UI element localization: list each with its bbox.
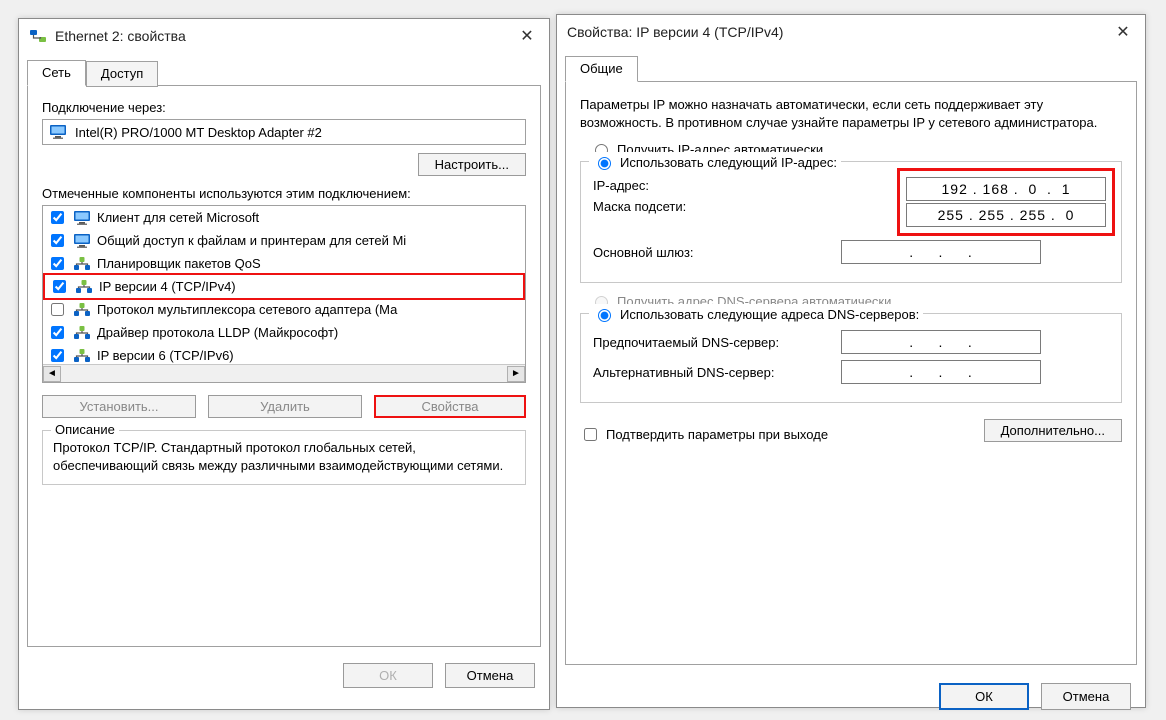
monitor-icon bbox=[49, 124, 67, 140]
component-item[interactable]: Общий доступ к файлам и принтерам для се… bbox=[43, 229, 525, 252]
component-item[interactable]: Планировщик пакетов QoS bbox=[43, 252, 525, 275]
left-tabs: Сеть Доступ bbox=[19, 59, 549, 85]
scroll-right-icon[interactable]: ► bbox=[507, 366, 525, 382]
component-label: IP версии 6 (TCP/IPv6) bbox=[97, 348, 234, 363]
titlebar-right: Свойства: IP версии 4 (TCP/IPv4) ✕ bbox=[557, 15, 1145, 49]
subnet-mask-input[interactable] bbox=[906, 203, 1106, 227]
radio-manual-ip[interactable]: Использовать следующий IP-адрес: bbox=[593, 152, 837, 172]
dns1-input[interactable] bbox=[841, 330, 1041, 354]
ip-address-input[interactable] bbox=[906, 177, 1106, 201]
adapter-name: Intel(R) PRO/1000 MT Desktop Adapter #2 bbox=[75, 125, 322, 140]
component-item[interactable]: IP версии 4 (TCP/IPv4) bbox=[43, 273, 525, 300]
component-checkbox[interactable] bbox=[51, 257, 64, 270]
cancel-button-right[interactable]: Отмена bbox=[1041, 683, 1131, 710]
monitor-icon bbox=[73, 210, 91, 226]
description-text: Протокол TCP/IP. Стандартный протокол гл… bbox=[53, 439, 515, 474]
component-label: Драйвер протокола LLDP (Майкрософт) bbox=[97, 325, 338, 340]
network-icon bbox=[75, 279, 93, 295]
component-checkbox[interactable] bbox=[51, 349, 64, 362]
description-legend: Описание bbox=[51, 422, 119, 437]
component-item[interactable]: Драйвер протокола LLDP (Майкрософт) bbox=[43, 321, 525, 344]
titlebar-left: Ethernet 2: свойства ✕ bbox=[19, 19, 549, 53]
component-label: IP версии 4 (TCP/IPv4) bbox=[99, 279, 236, 294]
components-label: Отмеченные компоненты используются этим … bbox=[42, 186, 526, 201]
component-label: Планировщик пакетов QoS bbox=[97, 256, 261, 271]
adapter-box: Intel(R) PRO/1000 MT Desktop Adapter #2 bbox=[42, 119, 526, 145]
description-group: Описание Протокол TCP/IP. Стандартный пр… bbox=[42, 430, 526, 485]
component-checkbox[interactable] bbox=[53, 280, 66, 293]
properties-button[interactable]: Свойства bbox=[374, 395, 526, 418]
component-checkbox[interactable] bbox=[51, 234, 64, 247]
mask-label: Маска подсети: bbox=[593, 199, 833, 214]
configure-button[interactable]: Настроить... bbox=[418, 153, 526, 176]
component-checkbox[interactable] bbox=[51, 303, 64, 316]
network-icon bbox=[73, 302, 91, 318]
component-item[interactable]: IP версии 6 (TCP/IPv6) bbox=[43, 344, 525, 364]
network-icon bbox=[73, 348, 91, 364]
ok-button-left[interactable]: ОК bbox=[343, 663, 433, 688]
network-tab-pane: Подключение через: Intel(R) PRO/1000 MT … bbox=[27, 85, 541, 647]
ethernet-icon bbox=[29, 28, 47, 44]
component-checkbox[interactable] bbox=[51, 211, 64, 224]
ethernet-properties-window: Ethernet 2: свойства ✕ Сеть Доступ Подкл… bbox=[18, 18, 550, 710]
window-title-right: Свойства: IP версии 4 (TCP/IPv4) bbox=[567, 24, 783, 40]
ip-label: IP-адрес: bbox=[593, 178, 833, 193]
monitor-icon bbox=[73, 233, 91, 249]
dns2-label: Альтернативный DNS-сервер: bbox=[593, 365, 833, 380]
components-list: Клиент для сетей Microsoft Общий доступ к… bbox=[42, 205, 526, 383]
close-icon[interactable]: ✕ bbox=[513, 25, 541, 47]
tab-access[interactable]: Доступ bbox=[86, 61, 158, 87]
network-icon bbox=[73, 256, 91, 272]
dns2-input[interactable] bbox=[841, 360, 1041, 384]
ipv4-properties-window: Свойства: IP версии 4 (TCP/IPv4) ✕ Общие… bbox=[556, 14, 1146, 708]
dns1-label: Предпочитаемый DNS-сервер: bbox=[593, 335, 833, 350]
cancel-button-left[interactable]: Отмена bbox=[445, 663, 535, 688]
horizontal-scrollbar[interactable]: ◄ ► bbox=[43, 364, 525, 382]
scroll-left-icon[interactable]: ◄ bbox=[43, 366, 61, 382]
component-checkbox[interactable] bbox=[51, 326, 64, 339]
confirm-on-exit-checkbox[interactable]: Подтвердить параметры при выходе bbox=[580, 425, 828, 444]
ip-highlight bbox=[897, 168, 1115, 236]
component-item[interactable]: Клиент для сетей Microsoft bbox=[43, 206, 525, 229]
uninstall-button[interactable]: Удалить bbox=[208, 395, 362, 418]
general-tab-pane: Параметры IP можно назначать автоматичес… bbox=[565, 81, 1137, 665]
network-icon bbox=[73, 325, 91, 341]
window-title: Ethernet 2: свойства bbox=[55, 28, 186, 44]
component-label: Клиент для сетей Microsoft bbox=[97, 210, 259, 225]
intro-text: Параметры IP можно назначать автоматичес… bbox=[580, 96, 1122, 131]
advanced-button[interactable]: Дополнительно... bbox=[984, 419, 1122, 442]
radio-manual-dns[interactable]: Использовать следующие адреса DNS-сервер… bbox=[593, 304, 919, 324]
component-item[interactable]: Протокол мультиплексора сетевого адаптер… bbox=[43, 298, 525, 321]
right-tabs: Общие bbox=[557, 55, 1145, 81]
connect-via-label: Подключение через: bbox=[42, 100, 526, 115]
manual-ip-fieldset: Использовать следующий IP-адрес: IP-адре… bbox=[580, 161, 1122, 283]
install-button[interactable]: Установить... bbox=[42, 395, 196, 418]
tab-network[interactable]: Сеть bbox=[27, 60, 86, 86]
gateway-label: Основной шлюз: bbox=[593, 245, 833, 260]
ok-button-right[interactable]: ОК bbox=[939, 683, 1029, 710]
component-label: Общий доступ к файлам и принтерам для се… bbox=[97, 233, 406, 248]
component-label: Протокол мультиплексора сетевого адаптер… bbox=[97, 302, 397, 317]
gateway-input[interactable] bbox=[841, 240, 1041, 264]
close-icon[interactable]: ✕ bbox=[1109, 21, 1137, 43]
tab-general[interactable]: Общие bbox=[565, 56, 638, 82]
manual-dns-fieldset: Использовать следующие адреса DNS-сервер… bbox=[580, 313, 1122, 403]
